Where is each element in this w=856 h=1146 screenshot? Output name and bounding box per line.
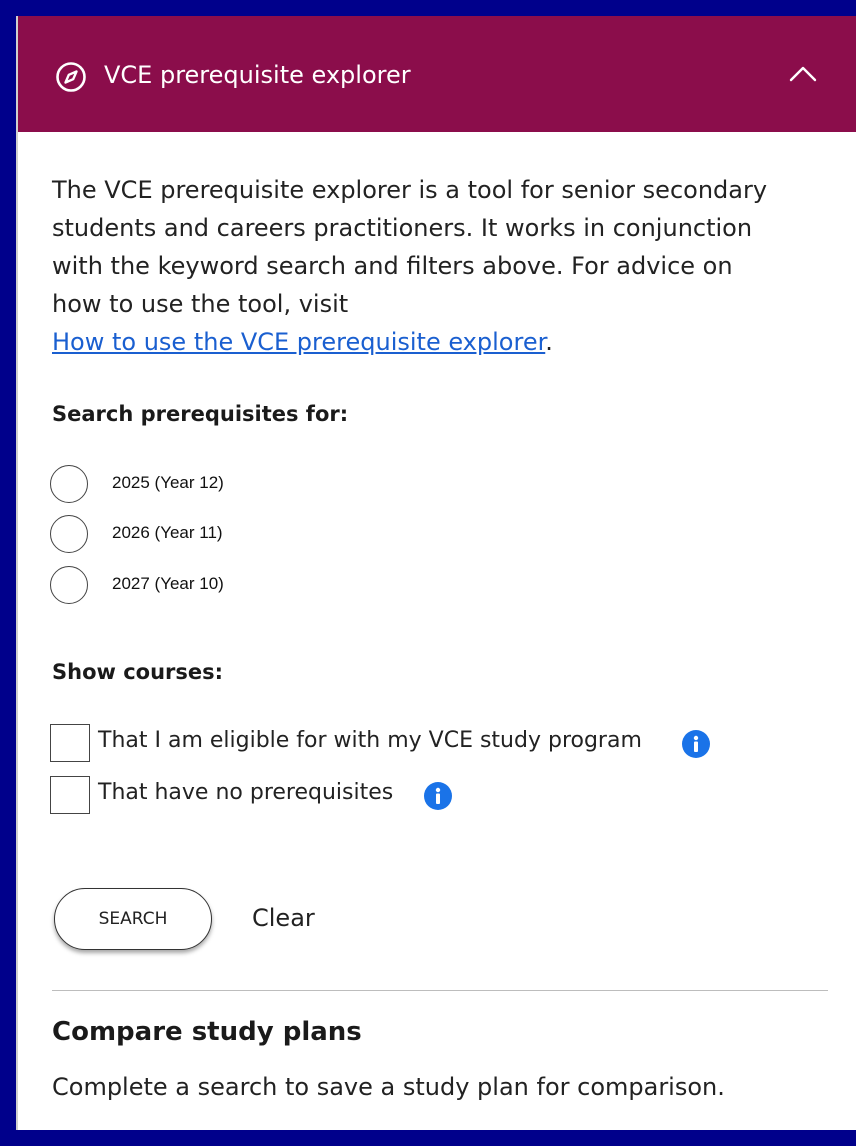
panel-title: VCE prerequisite explorer <box>104 61 411 89</box>
radio-label: 2027 (Year 10) <box>112 574 224 593</box>
info-icon[interactable] <box>424 782 452 810</box>
intro-line: how to use the tool, visit <box>52 290 349 318</box>
how-to-use-link[interactable]: How to use the VCE prerequisite explorer <box>52 328 545 356</box>
show-courses-heading: Show courses: <box>52 660 224 684</box>
compare-study-plans-text: Complete a search to save a study plan f… <box>52 1073 725 1101</box>
search-prerequisites-heading: Search prerequisites for: <box>52 402 349 426</box>
checkbox-label: That have no prerequisites <box>98 780 394 805</box>
collapse-button[interactable] <box>778 56 828 96</box>
divider <box>52 990 828 991</box>
checkbox-eligible[interactable]: That I am eligible for with my VCE study… <box>50 724 730 764</box>
prerequisite-explorer-panel: VCE prerequisite explorer The VCE prereq… <box>16 16 856 1130</box>
checkbox-label: That I am eligible for with my VCE study… <box>98 728 642 753</box>
panel-header[interactable]: VCE prerequisite explorer <box>18 16 856 132</box>
intro-link-line: How to use the VCE prerequisite explorer… <box>52 323 832 361</box>
radio-button[interactable] <box>50 515 88 553</box>
link-suffix: . <box>545 328 553 356</box>
clear-link[interactable]: Clear <box>252 904 315 932</box>
checkbox[interactable] <box>50 776 90 814</box>
radio-option-2027[interactable]: 2027 (Year 10) <box>50 566 350 608</box>
radio-option-2026[interactable]: 2026 (Year 11) <box>50 515 350 557</box>
radio-label: 2026 (Year 11) <box>112 523 223 542</box>
chevron-up-icon <box>789 66 817 82</box>
intro-line: with the keyword search and filters abov… <box>52 252 733 280</box>
radio-button[interactable] <box>50 566 88 604</box>
compare-study-plans-heading: Compare study plans <box>52 1017 362 1047</box>
intro-line: The VCE prerequisite explorer is a tool … <box>52 176 768 204</box>
info-icon[interactable] <box>682 730 710 758</box>
compass-icon <box>54 60 88 94</box>
radio-label: 2025 (Year 12) <box>112 473 224 492</box>
radio-button[interactable] <box>50 465 88 503</box>
checkbox[interactable] <box>50 724 90 762</box>
checkbox-no-prerequisites[interactable]: That have no prerequisites <box>50 776 470 816</box>
intro-line: students and careers practitioners. It w… <box>52 214 753 242</box>
search-button[interactable]: SEARCH <box>54 888 212 950</box>
radio-option-2025[interactable]: 2025 (Year 12) <box>50 465 350 507</box>
intro-text: The VCE prerequisite explorer is a tool … <box>52 171 832 361</box>
